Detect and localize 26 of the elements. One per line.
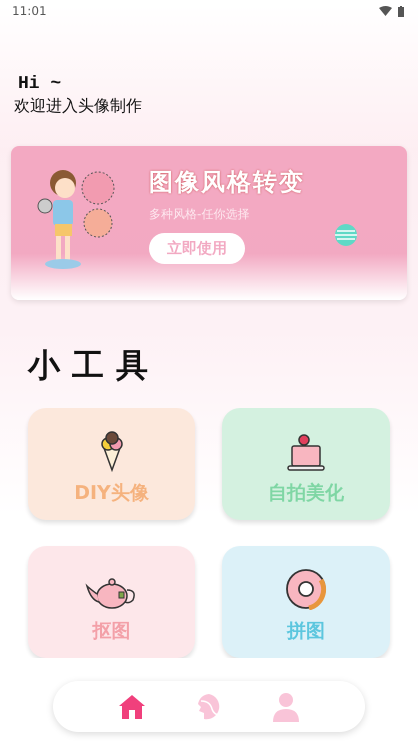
- tool-label: 自拍美化: [268, 481, 344, 506]
- head-profile-icon: [196, 692, 222, 720]
- use-now-button[interactable]: 立即使用: [149, 233, 245, 264]
- tool-card[interactable]: DIY头像: [28, 408, 195, 520]
- wifi-icon: [379, 6, 392, 16]
- battery-icon: [398, 6, 404, 16]
- tool-card[interactable]: 抠图: [28, 546, 195, 658]
- nav-tab[interactable]: [118, 694, 146, 720]
- striped-ball-icon: [335, 224, 357, 246]
- greeting-title: Hi ~: [18, 74, 62, 94]
- section-title: 小工具: [26, 345, 161, 386]
- tool-card[interactable]: 自拍美化: [222, 408, 390, 520]
- banner-subtitle: 多种风格-任你选择: [149, 206, 250, 223]
- tool-label: DIY头像: [74, 481, 149, 506]
- tool-label: 抠图: [92, 619, 130, 644]
- tool-card[interactable]: 拼图: [222, 546, 390, 658]
- user-icon: [272, 692, 300, 722]
- nav-tab[interactable]: [272, 692, 300, 722]
- greeting-subtitle: 欢迎进入头像制作: [14, 96, 143, 117]
- home-icon: [118, 694, 146, 720]
- banner-title: 图像风格转变: [149, 167, 305, 198]
- nav-tab[interactable]: [196, 692, 222, 720]
- tool-label: 拼图: [287, 619, 325, 644]
- donut-icon: [285, 568, 327, 610]
- banner-card[interactable]: 图像风格转变 多种风格-任你选择 立即使用: [11, 146, 407, 300]
- status-time: 11:01: [12, 4, 47, 18]
